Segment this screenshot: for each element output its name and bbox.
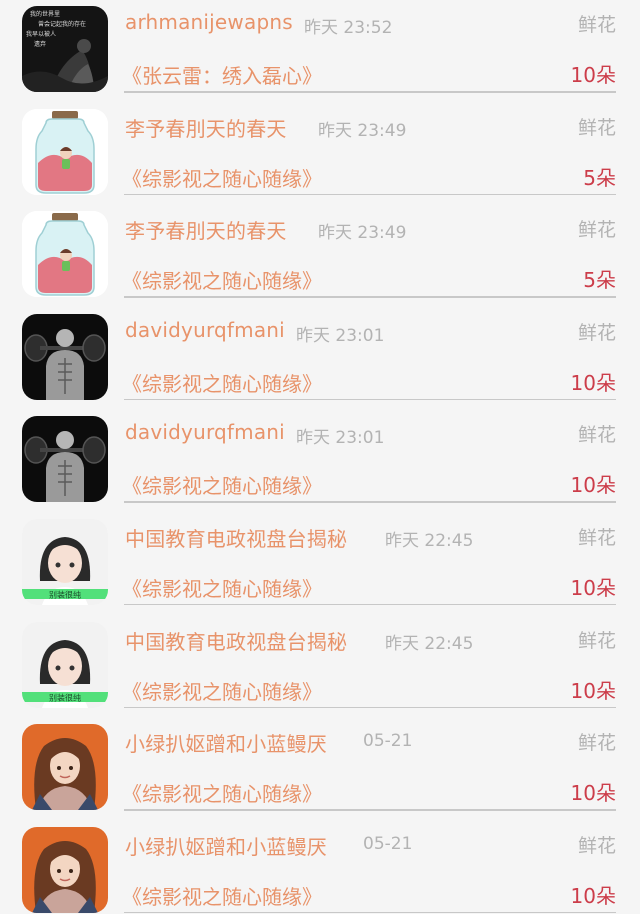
gift-type-label: 鲜花 [577, 526, 616, 549]
list-item[interactable]: 别装很纯 中国教育电政视盘台揭秘 昨天 22:45 鲜花 《综影视之随心随缘》 … [0, 501, 640, 606]
gift-type-label: 鲜花 [577, 834, 616, 857]
muscle-man-avatar-icon [22, 416, 108, 503]
user-name[interactable]: 小绿扒妪蹭和小蓝鳗厌 [125, 728, 327, 757]
book-title[interactable]: 《综影视之随心随缘》 [122, 470, 322, 499]
avatar[interactable] [22, 313, 108, 400]
book-title[interactable]: 《综影视之随心随缘》 [122, 265, 322, 294]
gift-count: 10朵 [570, 678, 616, 703]
gift-count: 10朵 [570, 370, 616, 395]
avatar-caption: 别装很纯 [49, 589, 81, 599]
gift-type-label: 鲜花 [577, 424, 616, 447]
gift-type-label: 鲜花 [577, 14, 616, 36]
book-title[interactable]: 《综影视之随心随缘》 [122, 163, 322, 192]
book-title[interactable]: 《综影视之随心随缘》 [122, 573, 322, 602]
timestamp: 昨天 23:49 [318, 223, 407, 244]
gift-count: 10朵 [570, 473, 616, 498]
user-name[interactable]: 李予春刖天的春天 [125, 113, 287, 142]
list-item[interactable]: davidyurqfmani 昨天 23:01 鲜花 《综影视之随心随缘》 10… [0, 296, 640, 401]
avatar[interactable] [22, 211, 108, 298]
row-divider [124, 911, 616, 914]
gift-count: 10朵 [570, 781, 616, 806]
book-title[interactable]: 《综影视之随心随缘》 [122, 676, 322, 705]
avatar[interactable] [22, 416, 108, 503]
timestamp: 05-21 [363, 731, 413, 752]
gift-count: 10朵 [570, 883, 616, 908]
avatar[interactable]: 别装很纯 [22, 518, 108, 605]
avatar[interactable]: 别装很纯 [22, 621, 108, 708]
user-name[interactable]: davidyurqfmani [125, 420, 285, 444]
gift-count: 5朵 [583, 165, 616, 190]
list-item[interactable]: 小绿扒妪蹭和小蓝鳗厌 05-21 鲜花 《综影视之随心随缘》 10朵 [0, 809, 640, 914]
list-item[interactable]: davidyurqfmani 昨天 23:01 鲜花 《综影视之随心随缘》 10… [0, 398, 640, 503]
gift-type-label: 鲜花 [577, 219, 616, 242]
gift-count: 10朵 [570, 575, 616, 600]
timestamp: 昨天 23:01 [296, 428, 385, 449]
list-item[interactable]: 李予春刖天的春天 昨天 23:49 鲜花 《综影视之随心随缘》 5朵 [0, 91, 640, 196]
timestamp: 昨天 23:52 [304, 18, 393, 38]
gift-count: 5朵 [583, 268, 616, 293]
timestamp: 昨天 23:49 [318, 120, 407, 141]
timestamp: 昨天 22:45 [385, 530, 474, 551]
avatar[interactable]: 我的世界里 曾会记起我的存在 我早以被人 遗弃 [22, 6, 108, 92]
avatar-caption-line-1: 我的世界里 [30, 10, 60, 18]
gift-type-label: 鲜花 [577, 629, 616, 652]
timestamp: 05-21 [363, 833, 413, 854]
avatar[interactable] [22, 108, 108, 195]
gift-type-label: 鲜花 [577, 321, 616, 344]
dark-poster-avatar-icon: 我的世界里 曾会记起我的存在 我早以被人 遗弃 [22, 6, 108, 92]
user-name[interactable]: davidyurqfmani [125, 318, 285, 342]
avatar[interactable] [22, 724, 108, 811]
gift-count: 10朵 [570, 63, 616, 87]
jar-girl-avatar-icon [22, 108, 108, 195]
gift-type-label: 鲜花 [577, 732, 616, 755]
book-title[interactable]: 《综影视之随心随缘》 [122, 881, 322, 910]
list-item[interactable]: 别装很纯 中国教育电政视盘台揭秘 昨天 22:45 鲜花 《综影视之随心随缘》 … [0, 604, 640, 709]
jar-girl-avatar-icon [22, 211, 108, 298]
timestamp: 昨天 23:01 [296, 325, 385, 346]
avatar-caption-line-4: 遗弃 [34, 40, 46, 48]
gift-record-list: 我的世界里 曾会记起我的存在 我早以被人 遗弃 arhmanijewapns 昨… [0, 0, 640, 914]
book-title[interactable]: 《张云雷：绣入磊心》 [122, 60, 322, 89]
curly-hair-girl-avatar-icon [22, 724, 108, 811]
avatar-caption-line-3: 我早以被人 [26, 30, 56, 38]
avatar-caption: 别装很纯 [49, 692, 81, 702]
list-item[interactable]: 小绿扒妪蹭和小蓝鳗厌 05-21 鲜花 《综影视之随心随缘》 10朵 [0, 706, 640, 811]
list-item[interactable]: 李予春刖天的春天 昨天 23:49 鲜花 《综影视之随心随缘》 5朵 [0, 193, 640, 298]
book-title[interactable]: 《综影视之随心随缘》 [122, 778, 322, 807]
anime-girl-avatar-icon: 别装很纯 [22, 621, 108, 708]
anime-girl-avatar-icon: 别装很纯 [22, 518, 108, 605]
avatar-caption-line-2: 曾会记起我的存在 [38, 20, 86, 28]
book-title[interactable]: 《综影视之随心随缘》 [122, 368, 322, 397]
user-name[interactable]: 中国教育电政视盘台揭秘 [125, 523, 347, 552]
user-name[interactable]: 李予春刖天的春天 [125, 215, 287, 244]
timestamp: 昨天 22:45 [385, 633, 474, 654]
avatar[interactable] [22, 826, 108, 913]
user-name[interactable]: arhmanijewapns [125, 10, 293, 34]
muscle-man-avatar-icon [22, 313, 108, 400]
curly-hair-girl-avatar-icon [22, 826, 108, 913]
gift-type-label: 鲜花 [577, 116, 616, 139]
user-name[interactable]: 中国教育电政视盘台揭秘 [125, 626, 347, 655]
user-name[interactable]: 小绿扒妪蹭和小蓝鳗厌 [125, 831, 327, 860]
list-item[interactable]: 我的世界里 曾会记起我的存在 我早以被人 遗弃 arhmanijewapns 昨… [0, 0, 640, 93]
